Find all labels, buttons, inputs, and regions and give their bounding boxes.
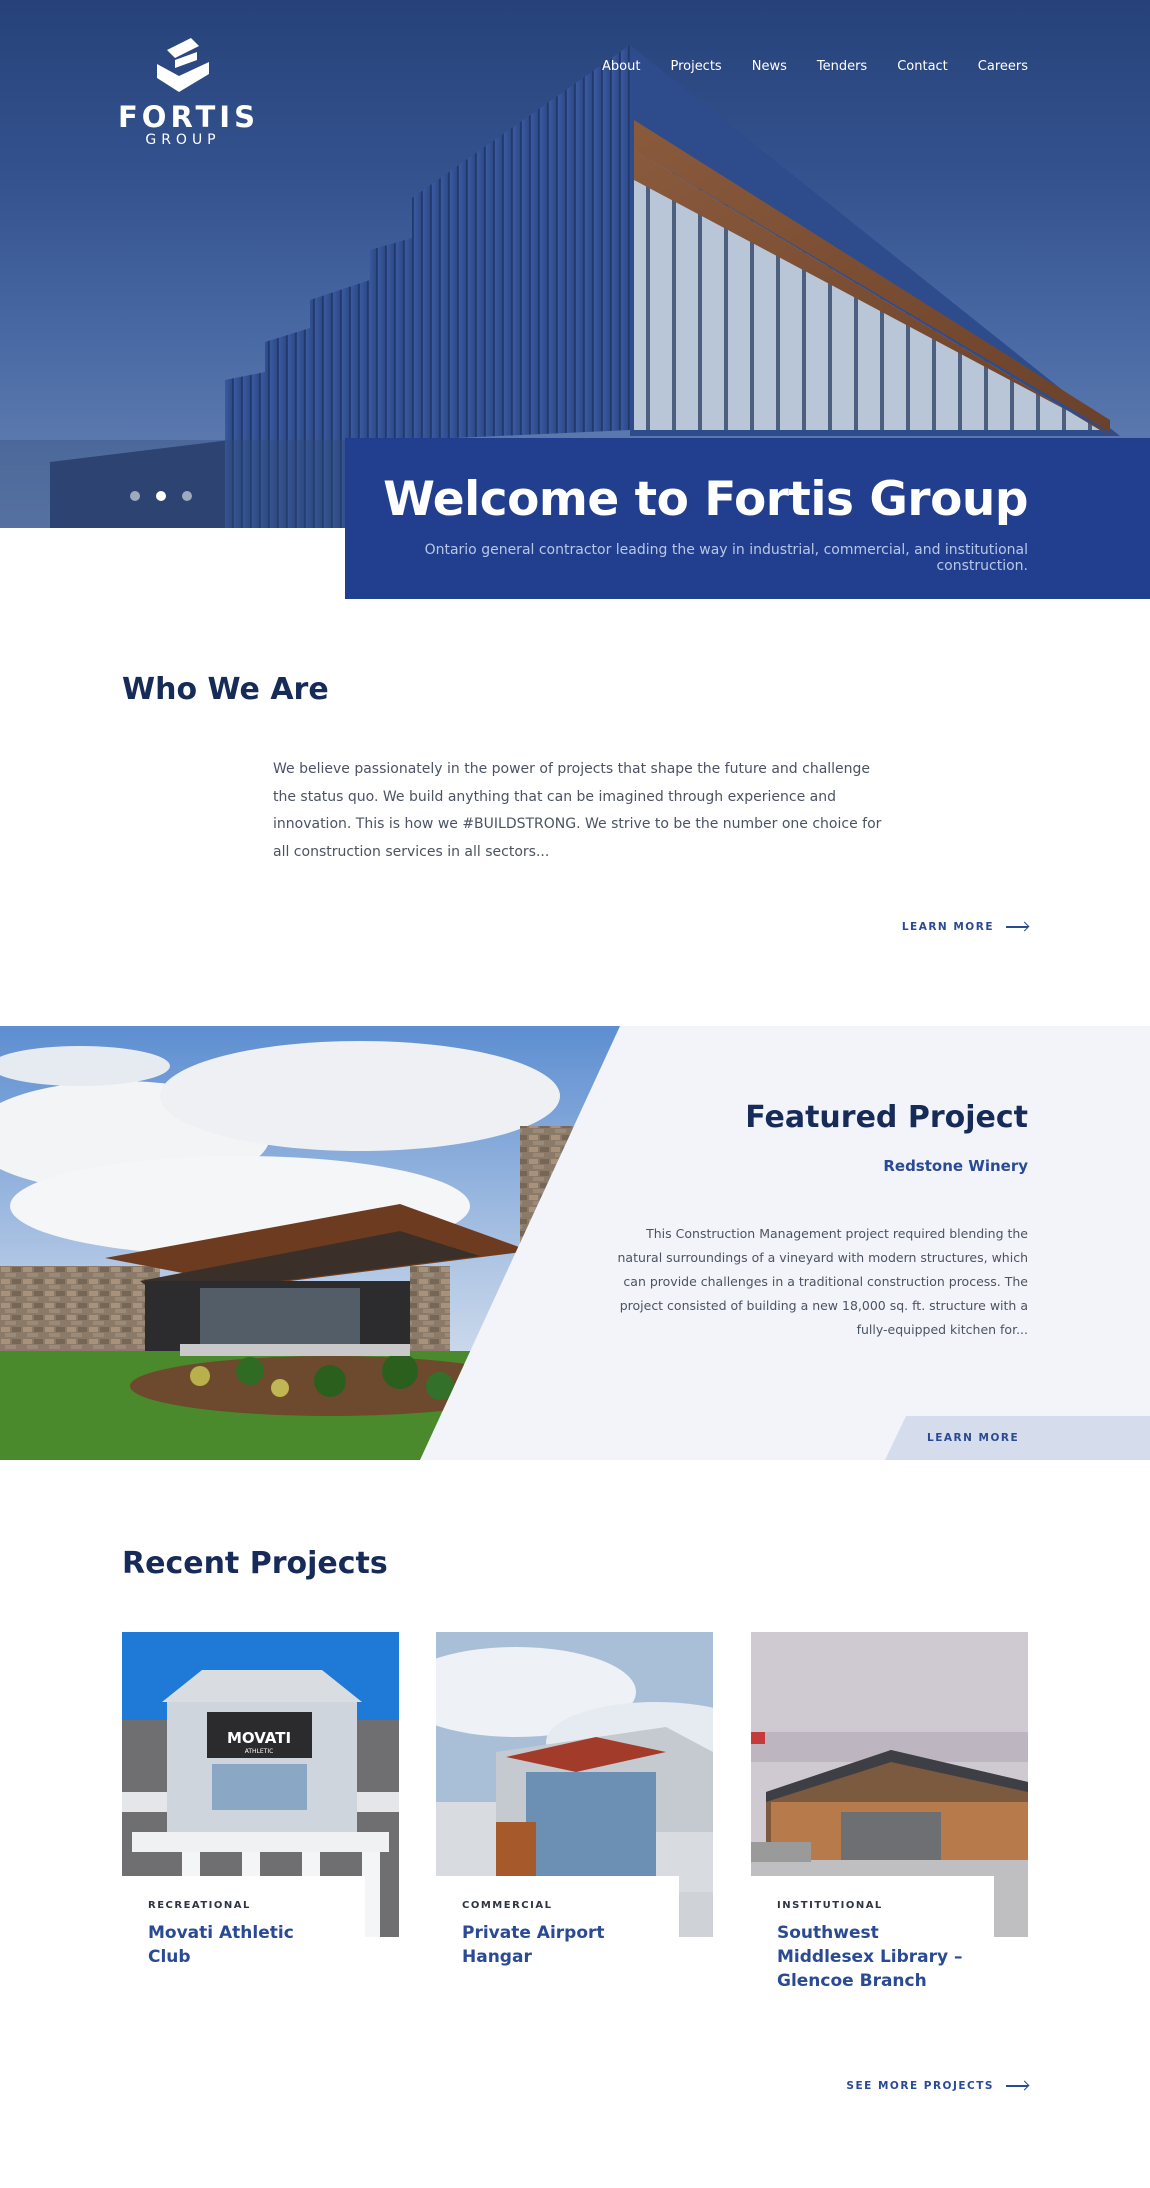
- project-category: INSTITUTIONAL: [777, 1900, 883, 1911]
- who-we-are-heading: Who We Are: [122, 672, 329, 707]
- project-card[interactable]: MOVATI ATHLETIC RECREATIONAL Movati Athl…: [122, 1632, 399, 1986]
- logo-wordmark: FORTIS: [118, 100, 259, 134]
- see-more-projects-link[interactable]: SEE MORE PROJECTS: [846, 2080, 1028, 2092]
- project-title[interactable]: Southwest Middlesex Library – Glencoe Br…: [777, 1921, 968, 1993]
- see-more-projects-label: SEE MORE PROJECTS: [846, 2080, 994, 2092]
- project-card-info: RECREATIONAL Movati Athletic Club: [122, 1876, 365, 1986]
- who-we-are-text: We believe passionately in the power of …: [273, 761, 882, 860]
- recent-projects-heading: Recent Projects: [122, 1546, 388, 1581]
- slider-dot-1[interactable]: [130, 491, 140, 501]
- featured-project-name: Redstone Winery: [883, 1157, 1028, 1175]
- hero-subtitle: Ontario general contractor leading the w…: [424, 542, 1028, 574]
- arrow-right-icon: [1006, 926, 1028, 928]
- project-title[interactable]: Private Airport Hangar: [462, 1921, 653, 1969]
- project-title[interactable]: Movati Athletic Club: [148, 1921, 339, 1969]
- main-nav: About Projects News Tenders Contact Care…: [602, 59, 1028, 74]
- who-learn-more-label: LEARN MORE: [901, 921, 994, 933]
- featured-project-image[interactable]: [0, 1026, 620, 1460]
- slider-dot-2[interactable]: [156, 491, 166, 501]
- project-category: RECREATIONAL: [148, 1900, 251, 1911]
- hero-title: Welcome to Fortis Group: [383, 472, 1028, 527]
- nav-news[interactable]: News: [752, 59, 787, 74]
- featured-learn-more-button[interactable]: LEARN MORE: [885, 1416, 1150, 1460]
- project-card[interactable]: INSTITUTIONAL Southwest Middlesex Librar…: [751, 1632, 1028, 1991]
- fortis-logo[interactable]: FORTIS GROUP: [118, 36, 259, 148]
- featured-project-section: Featured Project Redstone Winery This Co…: [0, 1026, 1150, 1460]
- project-card[interactable]: COMMERCIAL Private Airport Hangar: [436, 1632, 713, 1986]
- featured-learn-more-label: LEARN MORE: [927, 1432, 1020, 1444]
- slider-dots: [130, 491, 192, 501]
- who-learn-more-link[interactable]: LEARN MORE: [902, 921, 1028, 933]
- fortis-logo-icon: [157, 38, 209, 92]
- arrow-right-icon: [1006, 2085, 1028, 2087]
- nav-tenders[interactable]: Tenders: [817, 59, 867, 74]
- featured-project-heading: Featured Project: [745, 1100, 1028, 1135]
- project-card-info: COMMERCIAL Private Airport Hangar: [436, 1876, 679, 1986]
- logo-subtitle: GROUP: [145, 132, 221, 148]
- nav-projects[interactable]: Projects: [670, 59, 721, 74]
- featured-project-text: This Construction Management project req…: [617, 1226, 1029, 1337]
- nav-about[interactable]: About: [602, 59, 640, 74]
- nav-contact[interactable]: Contact: [897, 59, 948, 74]
- movati-sign-subtext: ATHLETIC: [245, 1748, 274, 1755]
- slider-dot-3[interactable]: [182, 491, 192, 501]
- project-card-info: INSTITUTIONAL Southwest Middlesex Librar…: [751, 1876, 994, 1991]
- project-category: COMMERCIAL: [462, 1900, 553, 1911]
- nav-careers[interactable]: Careers: [978, 59, 1028, 74]
- movati-sign-text: MOVATI: [227, 1729, 291, 1747]
- welcome-panel: Welcome to Fortis Group Ontario general …: [345, 438, 1150, 599]
